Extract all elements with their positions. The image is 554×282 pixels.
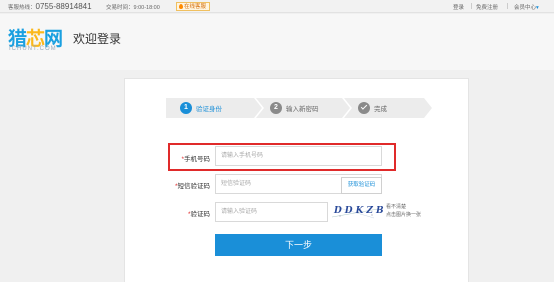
captcha-refresh-link[interactable]: 点击图片换一张 xyxy=(386,211,421,219)
member-center-label: 会员中心 xyxy=(514,5,537,11)
step-complete: 完成 xyxy=(344,98,432,118)
captcha-label-text: 验证码 xyxy=(190,211,211,218)
register-link[interactable]: 免费注册 xyxy=(476,3,498,11)
step-new-password: 2 输入新密码 xyxy=(256,98,350,118)
phone-label-text: 手机号码 xyxy=(184,156,210,163)
top-bar: 客服热线：0755-88914841 交易时间：9:00-18:00 在线客服 … xyxy=(0,0,554,13)
captcha-input[interactable]: 请输入验证码 xyxy=(215,202,328,222)
sms-code-label-text: 短信验证码 xyxy=(177,183,211,190)
logo-domain: ICHUNT.COM xyxy=(9,46,57,52)
captcha-image[interactable]: DDKZB xyxy=(328,203,384,221)
captcha-code: DDKZB xyxy=(334,206,387,216)
online-service-button[interactable]: 在线客服 xyxy=(176,2,211,11)
divider xyxy=(507,3,508,9)
hotline: 客服热线：0755-88914841 xyxy=(8,2,92,11)
logo[interactable]: 猎芯网 ICHUNT.COM xyxy=(8,24,64,58)
divider xyxy=(471,3,472,9)
phone-input[interactable]: 请输入手机号码 xyxy=(215,146,382,166)
progress-steps: 1 验证身份 2 输入新密码 完成 xyxy=(166,98,432,118)
step-number: 1 xyxy=(180,102,192,114)
trading-hours: 交易时间：9:00-18:00 xyxy=(106,5,160,11)
sms-code-label: *短信验证码 xyxy=(150,180,210,190)
hotline-number: 0755-88914841 xyxy=(35,2,92,11)
step-number: 2 xyxy=(270,102,282,114)
header: 猎芯网 ICHUNT.COM 欢迎登录 xyxy=(0,14,554,70)
member-center-link[interactable]: 会员中心▾ xyxy=(514,3,539,11)
hotline-label: 客服热线： xyxy=(8,5,36,11)
online-service-label: 在线客服 xyxy=(184,4,207,10)
step-label: 输入新密码 xyxy=(286,106,319,113)
step-label: 完成 xyxy=(374,106,387,113)
captcha-label: *验证码 xyxy=(150,208,210,218)
get-sms-code-button[interactable]: 获取验证码 xyxy=(341,177,382,194)
step-verify-identity: 1 验证身份 xyxy=(166,98,262,118)
login-link[interactable]: 登录 xyxy=(453,3,464,11)
phone-label: *手机号码 xyxy=(150,153,210,163)
flame-icon xyxy=(179,4,183,9)
captcha-hint: 看不清楚 点击图片换一张 xyxy=(386,203,421,219)
step-label: 验证身份 xyxy=(196,106,222,113)
next-step-button[interactable]: 下一步 xyxy=(215,234,382,256)
chevron-down-icon: ▾ xyxy=(536,5,539,11)
check-circle-icon xyxy=(358,102,370,114)
page-title: 欢迎登录 xyxy=(73,32,122,46)
captcha-hint-line1: 看不清楚 xyxy=(386,204,407,210)
